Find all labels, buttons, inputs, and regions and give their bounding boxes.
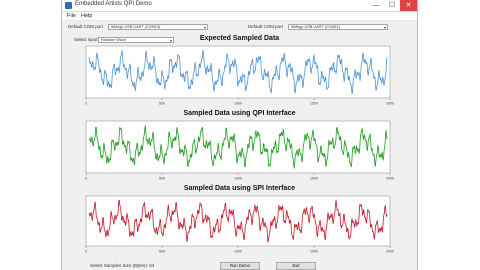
x-tick-label: 500 bbox=[159, 102, 165, 106]
menu-file[interactable]: File bbox=[67, 13, 76, 19]
plot-expected: 0 500 1000 1500 2000 bbox=[85, 45, 394, 106]
x-tick-label: 2000 bbox=[386, 102, 394, 106]
chevron-down-icon: ▾ bbox=[203, 25, 206, 30]
exit-button[interactable]: Exit bbox=[276, 262, 316, 270]
x-tick-label: 1000 bbox=[234, 102, 242, 106]
panel-title-spi: Sampled Data using SPI Interface bbox=[183, 185, 296, 192]
com-right-label: Default COM port bbox=[248, 24, 284, 29]
com-left-label: Default COM port bbox=[68, 24, 104, 29]
maximize-button[interactable]: ☐ bbox=[385, 0, 399, 11]
x-tick-label: 1000 bbox=[234, 250, 242, 254]
close-button[interactable]: ✕ bbox=[400, 0, 417, 11]
menu-bar: File Help bbox=[62, 12, 417, 21]
x-tick-label: 0 bbox=[85, 102, 87, 106]
menu-help[interactable]: Help bbox=[81, 13, 92, 19]
minimize-button[interactable]: — bbox=[369, 0, 383, 11]
chevron-down-icon: ▾ bbox=[383, 25, 386, 30]
com-left-value: lbMegp USB UART (COM15) bbox=[111, 25, 161, 29]
x-tick-label: 500 bbox=[159, 177, 165, 181]
app-icon bbox=[65, 2, 72, 9]
x-tick-label: 1500 bbox=[310, 250, 318, 254]
window-title: Embedded Artists QPI Demo bbox=[75, 1, 152, 7]
x-tick-label: 0 bbox=[85, 177, 87, 181]
plot-qpi: 0 500 1000 1500 2000 bbox=[85, 120, 394, 181]
page-background-left bbox=[0, 0, 61, 270]
plot-spi: 0 500 1000 1500 2000 bbox=[85, 195, 394, 254]
x-tick-label: 1500 bbox=[310, 102, 318, 106]
app-window: Embedded Artists QPI Demo — ☐ ✕ File Hel… bbox=[61, 0, 418, 270]
x-tick-label: 1000 bbox=[234, 177, 242, 181]
plot-frame bbox=[85, 45, 391, 99]
samples-size-text: Select Samples Size (Bytes): 64 bbox=[90, 263, 155, 268]
panel-title-qpi: Sampled Data using QPI Interface bbox=[183, 110, 296, 117]
com-right-select[interactable]: lbMegp USB UART (COM11) ▾ bbox=[288, 24, 388, 30]
com-left-select[interactable]: lbMegp USB UART (COM15) ▾ bbox=[108, 24, 208, 30]
run-demo-button[interactable]: Run Demo bbox=[220, 262, 260, 270]
x-tick-label: 500 bbox=[159, 250, 165, 254]
com-right-value: lbMegp USB UART (COM11) bbox=[291, 25, 340, 29]
title-bar: Embedded Artists QPI Demo — ☐ ✕ bbox=[62, 0, 417, 12]
x-tick-label: 2000 bbox=[386, 250, 394, 254]
panel-title-expected: Expected Sampled Data bbox=[199, 35, 280, 42]
x-tick-label: 0 bbox=[85, 250, 87, 254]
x-tick-label: 2000 bbox=[386, 177, 394, 181]
page-background-right bbox=[418, 0, 480, 270]
x-tick-label: 1500 bbox=[310, 177, 318, 181]
